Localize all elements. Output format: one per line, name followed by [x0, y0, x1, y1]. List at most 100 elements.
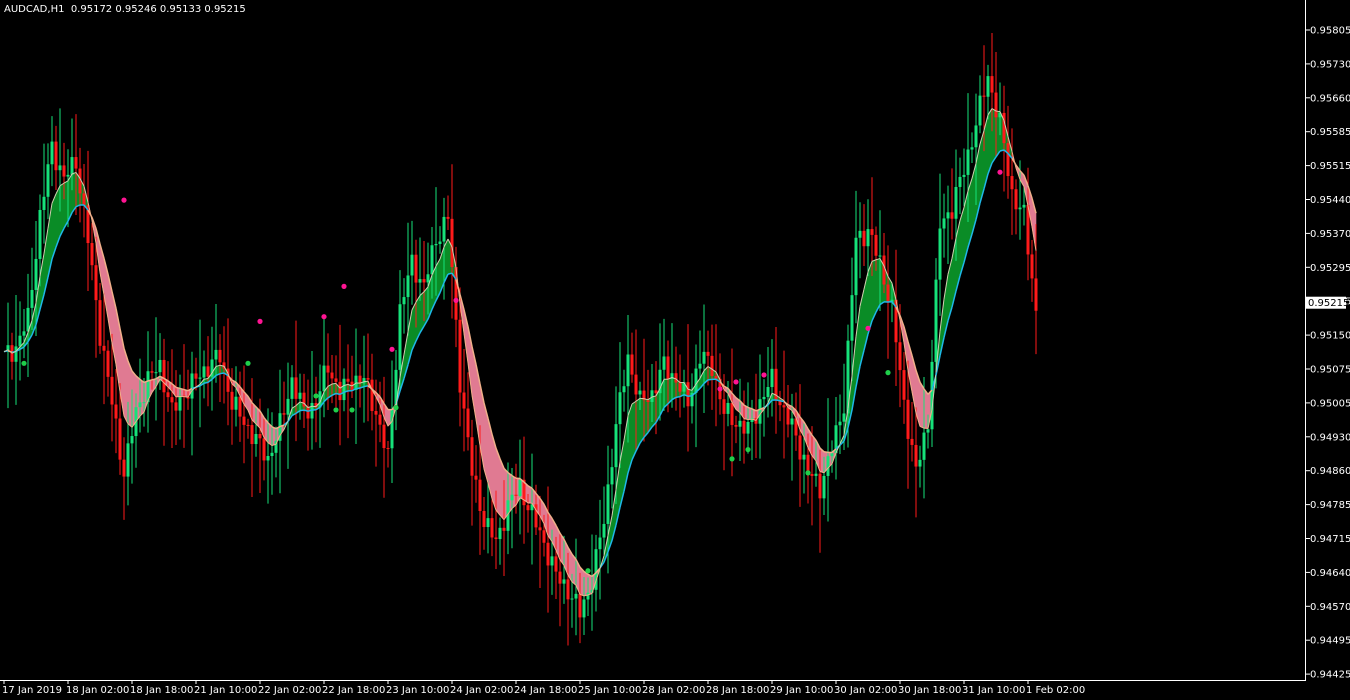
bull-candle — [254, 434, 258, 445]
bull-candle — [966, 149, 970, 175]
bear-candle — [514, 494, 518, 496]
bull-candle — [802, 454, 806, 460]
bull-candle — [442, 216, 446, 242]
bull-candle — [130, 436, 134, 444]
fast-ma-segment — [639, 397, 645, 400]
bear-candle — [950, 212, 954, 219]
bull-candle — [266, 455, 270, 461]
bull-candle — [70, 157, 74, 175]
bear-candle — [886, 284, 890, 303]
bull-candle — [178, 395, 182, 411]
buy-signal-dot — [333, 407, 339, 413]
bull-candle — [618, 392, 622, 425]
y-tick-label: 0.95075 — [1310, 365, 1350, 376]
buy-signal-dot — [745, 446, 751, 453]
bear-candle — [462, 392, 466, 409]
symbol-label: AUDCAD,H1 — [4, 4, 65, 15]
sell-signal-dot — [257, 318, 263, 324]
bear-candle — [306, 406, 310, 419]
bull-candle — [30, 289, 34, 308]
bear-candle — [118, 418, 122, 460]
bull-candle — [142, 402, 146, 404]
sell-signal-dot — [865, 325, 871, 331]
bull-candle — [694, 368, 698, 393]
bull-candle — [398, 304, 402, 370]
slow-ma-segment — [775, 399, 781, 402]
bull-candle — [970, 147, 974, 150]
bull-candle — [614, 424, 618, 468]
bull-candle — [38, 209, 42, 259]
bear-candle — [714, 376, 718, 379]
y-tick-label: 0.95295 — [1310, 263, 1350, 274]
bear-candle — [206, 366, 210, 377]
bear-candle — [994, 92, 998, 118]
slow-ma-segment — [179, 387, 185, 391]
bull-candle — [286, 398, 290, 415]
y-tick-label: 0.95150 — [1310, 331, 1350, 342]
y-tick-label: 0.94930 — [1310, 432, 1350, 443]
bear-candle — [170, 397, 174, 403]
y-tick-label: 0.95370 — [1310, 229, 1350, 240]
bull-candle — [586, 592, 590, 600]
bull-candle — [626, 354, 630, 387]
bear-candle — [150, 371, 154, 373]
bear-candle — [538, 527, 542, 531]
ohlc-readout: 0.95172 0.95246 0.95133 0.95215 — [70, 4, 246, 15]
bear-candle — [106, 350, 110, 377]
bull-candle — [574, 593, 578, 599]
bull-candle — [234, 396, 238, 410]
bull-candle — [138, 402, 142, 408]
bear-candle — [262, 438, 266, 461]
slow-ma-segment — [335, 392, 341, 396]
bull-candle — [426, 274, 430, 283]
bear-candle — [194, 373, 198, 379]
bear-candle — [710, 355, 714, 377]
bull-candle — [702, 351, 706, 364]
bull-candle — [402, 297, 406, 305]
bull-candle — [622, 386, 626, 393]
sell-signal-dot — [733, 379, 739, 385]
bear-candle — [810, 474, 814, 476]
buy-signal-dot — [729, 456, 735, 462]
bull-candle — [198, 377, 202, 379]
bull-candle — [766, 387, 770, 397]
slow-ma-segment — [151, 378, 157, 381]
bull-candle — [814, 473, 818, 476]
ribbon-up-segment — [875, 258, 881, 313]
bull-candle — [790, 418, 794, 425]
bull-candle — [202, 366, 206, 378]
slow-ma-segment — [363, 385, 369, 388]
slow-ma-segment — [203, 381, 209, 385]
y-tick-label: 0.94425 — [1310, 670, 1350, 681]
bull-candle — [18, 335, 22, 347]
y-tick-label: 0.94860 — [1310, 466, 1350, 477]
bull-candle — [750, 418, 754, 422]
y-tick-label: 0.95585 — [1310, 127, 1350, 138]
bull-candle — [498, 527, 502, 540]
bear-candle — [366, 378, 370, 380]
x-tick-label: 1 Feb 02:00 — [1026, 685, 1085, 696]
bull-candle — [922, 432, 926, 460]
bear-candle — [82, 193, 86, 206]
bull-candle — [826, 456, 830, 476]
price-chart[interactable]: 0.95805 0.95730 0.95660 0.95585 0.95515 0.954… — [0, 0, 1350, 700]
bull-candle — [650, 390, 654, 402]
bear-candle — [646, 400, 650, 402]
bull-candle — [850, 295, 854, 341]
x-tick-label: 24 Jan 02:00 — [450, 685, 513, 696]
x-tick-label: 24 Jan 18:00 — [514, 685, 577, 696]
bull-candle — [42, 196, 46, 210]
bear-candle — [218, 349, 222, 363]
bull-candle — [570, 598, 574, 600]
sell-signal-dot — [341, 283, 347, 289]
bear-candle — [90, 243, 94, 266]
bull-candle — [290, 377, 294, 399]
bear-candle — [110, 376, 114, 405]
bull-candle — [66, 174, 70, 177]
ribbon-up-segment — [643, 398, 649, 439]
slow-ma-segment — [999, 149, 1005, 152]
x-tick-label: 17 Jan 2019 — [2, 685, 62, 696]
bull-candle — [50, 141, 54, 165]
bear-candle — [330, 372, 334, 379]
ribbon-down-segment — [583, 570, 589, 597]
